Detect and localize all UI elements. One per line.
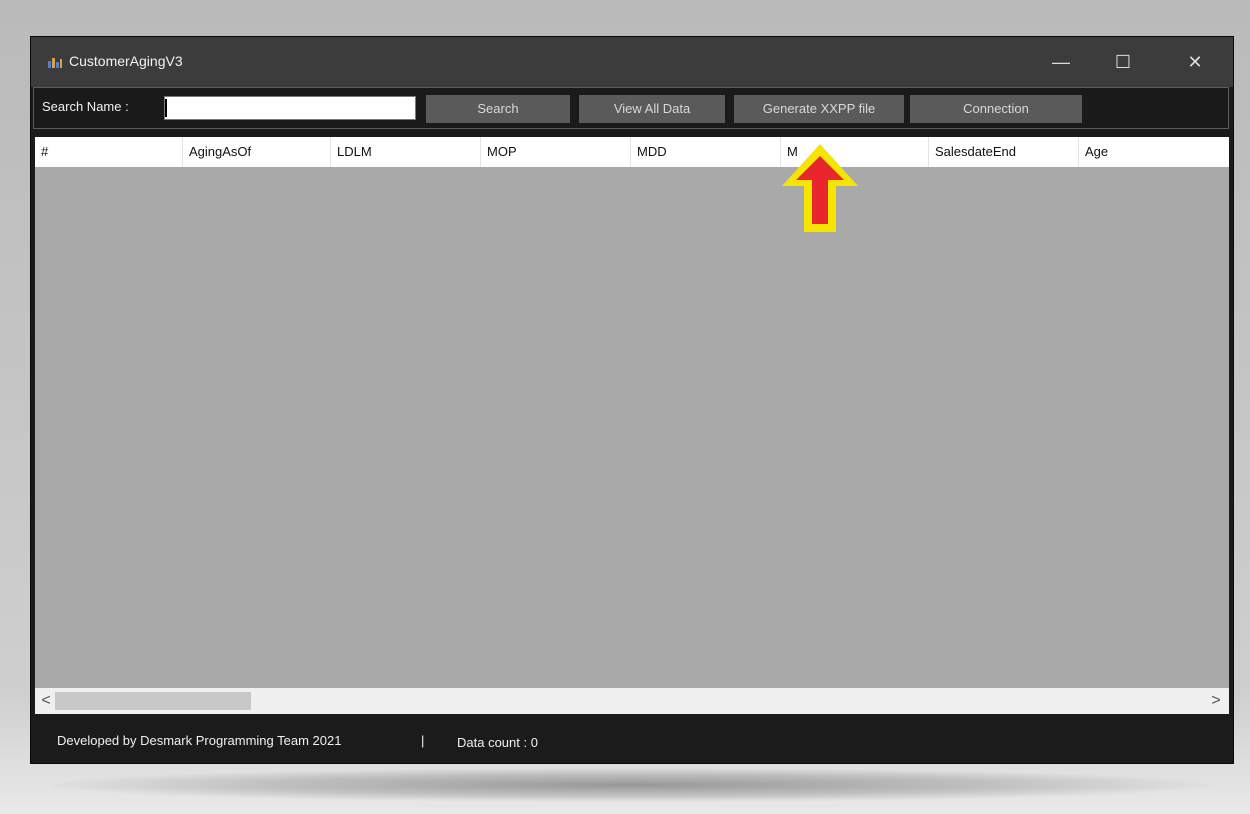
view-all-data-button[interactable]: View All Data <box>579 95 725 123</box>
app-window: CustomerAgingV3 — ☐ ✕ Search Name : Sear… <box>30 36 1234 764</box>
column-header-number[interactable]: # <box>35 137 183 167</box>
status-separator: | <box>421 733 425 748</box>
scrollbar-thumb[interactable] <box>55 692 251 710</box>
status-bar: Developed by Desmark Programming Team 20… <box>31 717 1233 763</box>
column-header-age[interactable]: Age <box>1079 137 1229 167</box>
data-count-label: Data count : 0 <box>457 735 538 750</box>
window-title: CustomerAgingV3 <box>69 53 183 69</box>
data-grid[interactable]: # AgingAsOf LDLM MOP MDD M SalesdateEnd … <box>35 137 1229 714</box>
column-header-mop[interactable]: MOP <box>481 137 631 167</box>
search-button[interactable]: Search <box>426 95 570 123</box>
app-icon <box>48 58 62 68</box>
text-cursor <box>165 99 167 117</box>
maximize-icon[interactable]: ☐ <box>1097 37 1149 87</box>
grid-header-row: # AgingAsOf LDLM MOP MDD M SalesdateEnd … <box>35 137 1229 167</box>
toolbar: Search Name : Search View All Data Gener… <box>33 87 1229 129</box>
column-header-mdd[interactable]: MDD <box>631 137 781 167</box>
search-name-input[interactable] <box>164 96 416 120</box>
window-drop-shadow <box>50 768 1210 802</box>
horizontal-scrollbar[interactable]: < > <box>35 688 1229 714</box>
column-header-salesdateend[interactable]: SalesdateEnd <box>929 137 1079 167</box>
developer-credit: Developed by Desmark Programming Team 20… <box>57 733 342 748</box>
search-name-label: Search Name : <box>42 99 129 114</box>
scroll-left-icon[interactable]: < <box>37 688 55 714</box>
column-header-ldlm[interactable]: LDLM <box>331 137 481 167</box>
generate-xxpp-file-button[interactable]: Generate XXPP file <box>734 95 904 123</box>
scroll-right-icon[interactable]: > <box>1207 688 1225 714</box>
connection-button[interactable]: Connection <box>910 95 1082 123</box>
up-arrow-icon <box>782 144 858 232</box>
column-header-agingasof[interactable]: AgingAsOf <box>183 137 331 167</box>
title-bar[interactable]: CustomerAgingV3 — ☐ ✕ <box>31 37 1233 87</box>
close-icon[interactable]: ✕ <box>1169 37 1221 87</box>
minimize-icon[interactable]: — <box>1035 37 1087 87</box>
